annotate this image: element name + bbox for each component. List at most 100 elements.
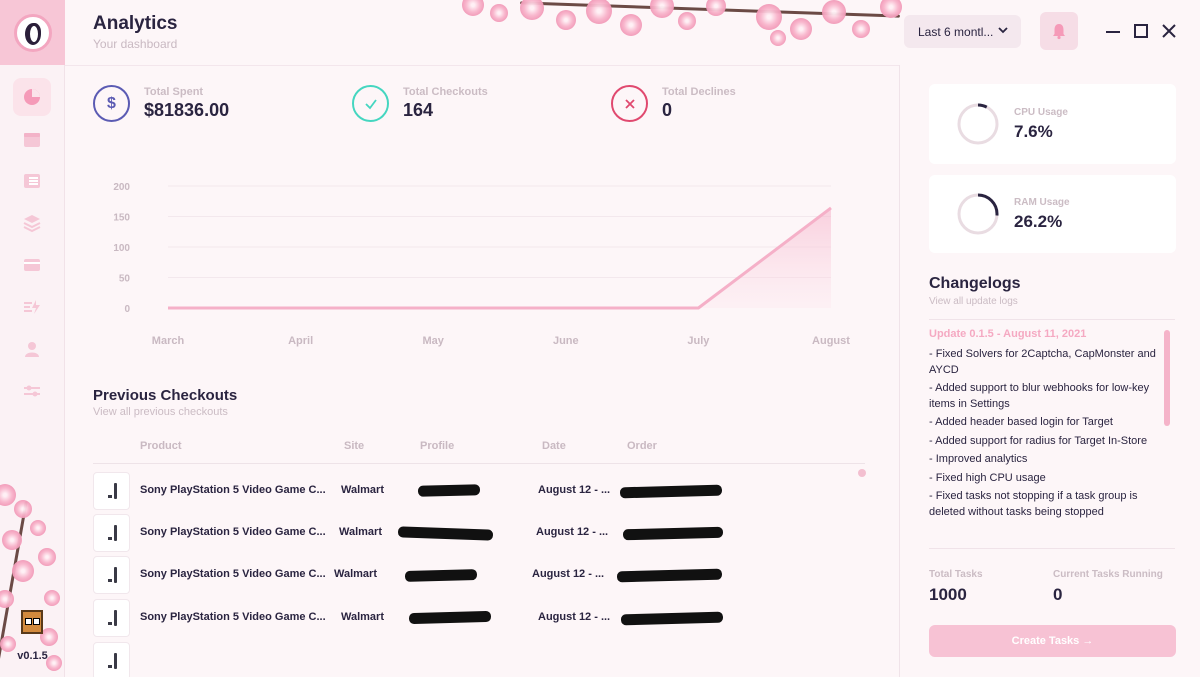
tasks-divider bbox=[929, 548, 1175, 549]
series-area bbox=[168, 207, 831, 308]
checkout-date: August 12 - ... bbox=[538, 611, 611, 623]
table-row[interactable]: Sony PlayStation 5 Video Game C... Walma… bbox=[93, 514, 865, 552]
x-tick-label: March bbox=[152, 335, 185, 347]
calendar-icon bbox=[24, 133, 40, 147]
page-subtitle: Your dashboard bbox=[93, 37, 178, 51]
column-header-site: Site bbox=[344, 440, 365, 452]
notifications-button[interactable] bbox=[1040, 12, 1078, 50]
site-name: Walmart bbox=[334, 568, 377, 580]
sidebar-item-settings[interactable] bbox=[13, 372, 51, 410]
layers-icon bbox=[23, 215, 41, 233]
blossom-decoration bbox=[12, 560, 34, 582]
logo-icon bbox=[13, 13, 52, 52]
pie-chart-icon bbox=[24, 89, 40, 105]
changelog-entry: - Added header based login for Target bbox=[929, 416, 1113, 428]
changelogs-title: Changelogs bbox=[929, 275, 1021, 292]
redacted-profile bbox=[417, 484, 481, 497]
cpu-usage-ring bbox=[957, 103, 999, 145]
x-tick-label: April bbox=[288, 335, 313, 347]
redacted-profile bbox=[404, 569, 478, 582]
y-tick-label: 0 bbox=[124, 304, 130, 315]
maximize-icon bbox=[1134, 24, 1148, 38]
check-icon bbox=[352, 85, 389, 122]
app-logo[interactable] bbox=[0, 0, 65, 65]
user-avatar[interactable] bbox=[21, 610, 43, 634]
product-thumbnail bbox=[93, 599, 130, 637]
date-range-value: Last 6 montl... bbox=[918, 24, 994, 39]
minimize-icon bbox=[1106, 31, 1120, 33]
x-tick-label: August bbox=[812, 335, 850, 347]
sidebar-item-calendar[interactable] bbox=[13, 120, 51, 158]
blossom-decoration bbox=[0, 590, 14, 608]
stat-label: Total Spent bbox=[144, 86, 204, 98]
changelogs-divider bbox=[929, 319, 1175, 320]
blossom-decoration bbox=[44, 590, 60, 606]
product-name: Sony PlayStation 5 Video Game C... bbox=[140, 484, 326, 496]
product-name: Sony PlayStation 5 Video Game C... bbox=[140, 568, 326, 580]
sidebar-item-cards[interactable] bbox=[13, 246, 51, 284]
checkouts-title: Previous Checkouts bbox=[93, 387, 238, 404]
site-name: Walmart bbox=[341, 484, 384, 496]
product-thumbnail bbox=[93, 472, 130, 510]
redacted-order bbox=[620, 611, 724, 626]
x-tick-label: June bbox=[553, 335, 579, 347]
header-divider bbox=[65, 65, 900, 66]
running-tasks-label: Current Tasks Running bbox=[1053, 569, 1163, 580]
changelog-entry: - Added support for radius for Target In… bbox=[929, 434, 1148, 447]
x-tick-label: May bbox=[422, 335, 444, 347]
product-name: Sony PlayStation 5 Video Game C... bbox=[140, 611, 326, 623]
create-tasks-button[interactable]: Create Tasks → bbox=[929, 625, 1176, 657]
blossom-decoration bbox=[14, 500, 32, 518]
credit-card-icon bbox=[24, 259, 40, 271]
panel-divider bbox=[899, 65, 900, 677]
list-icon bbox=[24, 174, 40, 188]
close-icon bbox=[1162, 24, 1176, 38]
product-thumbnail bbox=[93, 642, 130, 677]
checkouts-chart: 200 150 100 50 0 March April May June July August bbox=[113, 182, 850, 347]
total-tasks-value: 1000 bbox=[929, 585, 967, 604]
changelog-entry: - Added support to blur webhooks for low… bbox=[929, 382, 1150, 410]
checkout-date: August 12 - ... bbox=[538, 484, 611, 496]
redacted-profile bbox=[408, 610, 492, 625]
product-thumbnail bbox=[93, 556, 130, 594]
sidebar-item-tasks[interactable] bbox=[13, 288, 51, 326]
x-icon bbox=[611, 85, 648, 122]
redacted-order bbox=[622, 526, 724, 541]
redacted-order bbox=[619, 484, 723, 499]
sidebar-item-layers[interactable] bbox=[13, 204, 51, 242]
changelog-scrollbar[interactable] bbox=[1164, 330, 1170, 426]
stat-label: Total Declines bbox=[662, 86, 736, 98]
table-row[interactable]: Sony PlayStation 5 Video Game C... Walma… bbox=[93, 556, 865, 594]
stat-total-declines: Total Declines 0 bbox=[611, 85, 736, 122]
sidebar-item-profiles[interactable] bbox=[13, 330, 51, 368]
sidebar-item-analytics[interactable] bbox=[13, 78, 51, 116]
column-header-order: Order bbox=[627, 440, 657, 452]
redacted-order bbox=[616, 568, 723, 583]
date-range-select[interactable]: Last 6 montl... bbox=[904, 15, 1021, 48]
column-header-date: Date bbox=[542, 440, 566, 452]
table-row-partial[interactable] bbox=[93, 642, 865, 677]
ram-usage-label: RAM Usage bbox=[1014, 197, 1070, 208]
total-tasks-label: Total Tasks bbox=[929, 569, 983, 580]
table-row[interactable]: Sony PlayStation 5 Video Game C... Walma… bbox=[93, 599, 865, 637]
bell-icon bbox=[1053, 24, 1065, 40]
table-row[interactable]: Sony PlayStation 5 Video Game C... Walma… bbox=[93, 472, 865, 510]
minimize-button[interactable] bbox=[1104, 22, 1122, 40]
checkout-date: August 12 - ... bbox=[532, 568, 605, 580]
y-tick-label: 50 bbox=[119, 274, 131, 285]
blossom-decoration bbox=[2, 530, 22, 550]
maximize-button[interactable] bbox=[1132, 22, 1150, 40]
changelog-entry: - Fixed Solvers for 2Captcha, CapMonster… bbox=[929, 348, 1156, 376]
cpu-usage-value: 7.6% bbox=[1014, 122, 1053, 141]
table-header-divider bbox=[93, 463, 865, 464]
column-header-profile: Profile bbox=[420, 440, 455, 452]
y-tick-label: 150 bbox=[113, 213, 130, 224]
ram-usage-value: 26.2% bbox=[1014, 212, 1063, 231]
changelogs-view-all-link[interactable]: View all update logs bbox=[929, 296, 1018, 307]
close-button[interactable] bbox=[1160, 22, 1178, 40]
sidebar-item-list[interactable] bbox=[13, 162, 51, 200]
blossom-decoration bbox=[30, 520, 46, 536]
stat-label: Total Checkouts bbox=[403, 86, 488, 98]
y-tick-label: 200 bbox=[113, 182, 130, 193]
checkouts-view-all-link[interactable]: View all previous checkouts bbox=[93, 406, 228, 418]
